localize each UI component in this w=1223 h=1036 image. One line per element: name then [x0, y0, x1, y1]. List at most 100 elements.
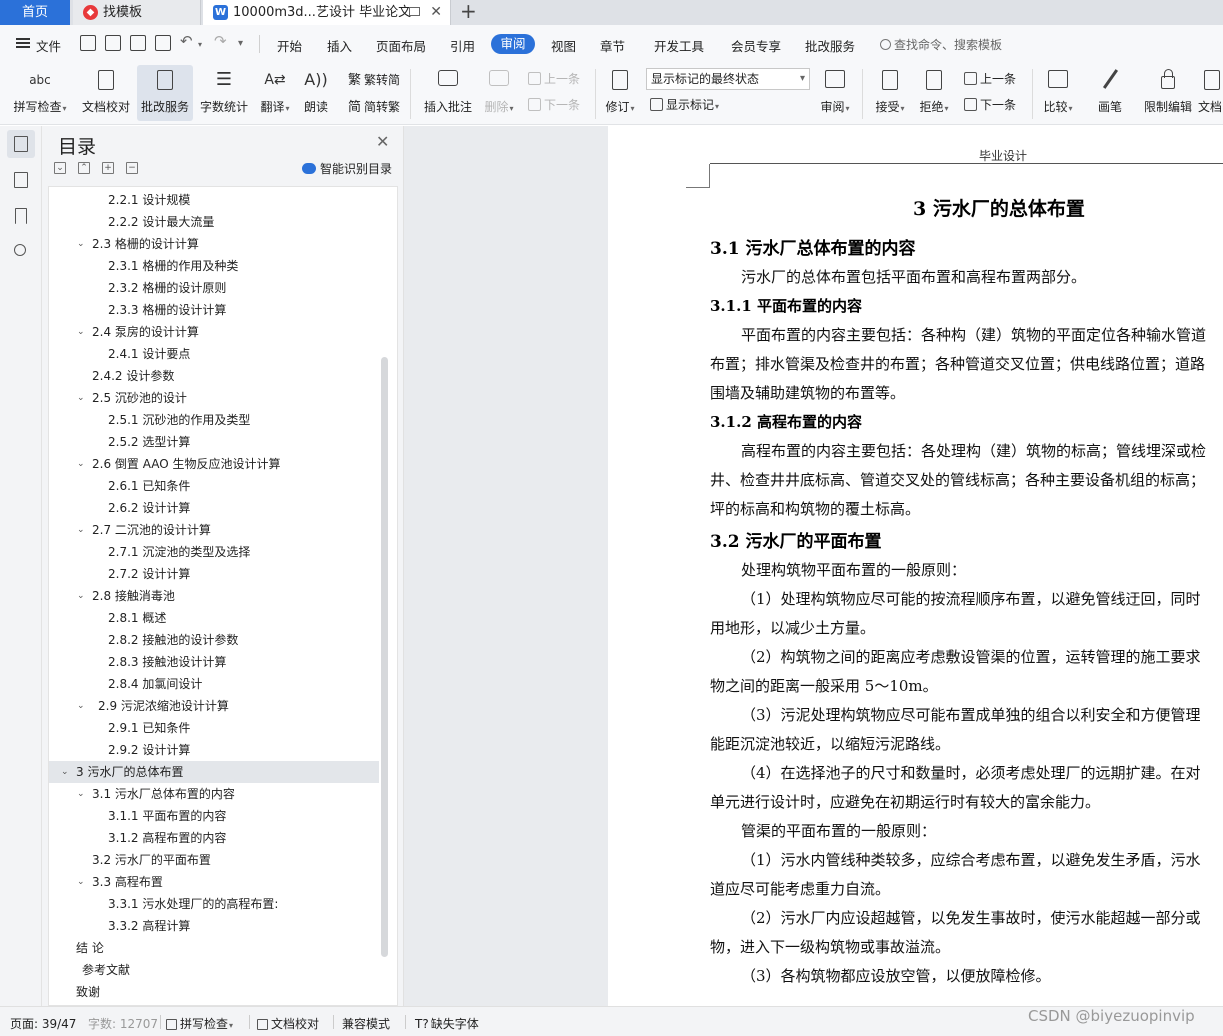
toc-item[interactable]: 2.7.1 沉淀池的类型及选择 [49, 541, 379, 563]
toc-item[interactable]: 2.4.2 设计参数 [49, 365, 379, 387]
toc-item[interactable]: 2.7.2 设计计算 [49, 563, 379, 585]
document-page[interactable]: 毕业设计 3 污水厂的总体布置 3.1 污水厂总体布置的内容 污水厂的总体布置包括… [608, 126, 1223, 1006]
add-tab-icon[interactable]: + [460, 0, 477, 22]
ink-button[interactable]: 画笔 [1090, 65, 1130, 121]
menu-chapter[interactable]: 章节 [600, 36, 625, 55]
toc-item[interactable]: ⌄ 2.9 污泥浓缩池设计计算 [49, 695, 379, 717]
rail-search-button[interactable] [7, 238, 35, 266]
toc-item[interactable]: 2.6.2 设计计算 [49, 497, 379, 519]
undo-dropdown-icon[interactable]: ▾ [198, 40, 202, 49]
track-changes-button[interactable]: 修订▾ [600, 65, 640, 121]
expand-all-icon[interactable]: ⌃ [78, 162, 90, 174]
show-markup-button[interactable]: 显示标记▾ [650, 96, 719, 113]
menu-insert[interactable]: 插入 [327, 36, 352, 55]
toc-item[interactable]: 致谢 [49, 981, 379, 1003]
correction-service-button[interactable]: 批改服务 [137, 65, 193, 121]
menu-correction-service[interactable]: 批改服务 [805, 36, 855, 55]
chevron-down-icon[interactable]: ⌄ [77, 519, 87, 541]
toc-item[interactable]: ⌄ 2.5 沉砂池的设计 [49, 387, 379, 409]
toc-item[interactable]: ⌄ 2.4 泵房的设计计算 [49, 321, 379, 343]
next-comment-button[interactable]: 下一条 [528, 96, 580, 113]
chevron-down-icon[interactable]: ⌄ [77, 871, 87, 893]
read-aloud-button[interactable]: A)) 朗读 [298, 65, 334, 121]
add-heading-icon[interactable]: + [102, 162, 114, 174]
rail-nav-button[interactable] [7, 166, 35, 194]
chevron-down-icon[interactable]: ⌄ [61, 761, 71, 783]
toc-item[interactable]: 参考文献 [49, 959, 379, 981]
toc-item[interactable]: ⌄ 2.7 二沉池的设计计算 [49, 519, 379, 541]
rail-bookmark-button[interactable] [7, 202, 35, 230]
translate-button[interactable]: A⇄ 翻译▾ [255, 65, 295, 121]
toc-item[interactable]: 2.3.3 格栅的设计计算 [49, 299, 379, 321]
menu-start[interactable]: 开始 [277, 36, 302, 55]
simp-to-trad-button[interactable]: 简简转繁 [348, 96, 400, 115]
smart-toc-button[interactable]: 智能识别目录 [302, 160, 392, 177]
toc-item[interactable]: 3.3.2 高程计算 [49, 915, 379, 937]
toc-item[interactable]: 2.9.2 设计计算 [49, 739, 379, 761]
menu-file[interactable]: 文件 [36, 36, 61, 55]
status-doc-proof[interactable]: 文档校对 [257, 1015, 319, 1032]
remove-heading-icon[interactable]: − [126, 162, 138, 174]
toc-item[interactable]: ⌄ 3.3 高程布置 [49, 871, 379, 893]
toc-item[interactable]: ⌄ 2.6 倒置 AAO 生物反应池设计计算 [49, 453, 379, 475]
menu-review[interactable]: 审阅 [491, 34, 535, 54]
menu-page-layout[interactable]: 页面布局 [376, 36, 426, 55]
toc-item[interactable]: 2.8.2 接触池的设计参数 [49, 629, 379, 651]
tab-find-template[interactable]: ◆ 找模板 [73, 0, 201, 25]
compat-mode[interactable]: 兼容模式 [342, 1015, 390, 1032]
tab-home[interactable]: 首页 [0, 0, 70, 25]
menu-member[interactable]: 会员专享 [731, 36, 781, 55]
toc-item[interactable]: 2.2.2 设计最大流量 [49, 211, 379, 233]
status-spell-check[interactable]: 拼写检查▾ [166, 1015, 233, 1032]
accept-button[interactable]: 接受▾ [870, 65, 910, 121]
chevron-down-icon[interactable]: ⌄ [77, 233, 87, 255]
spell-check-button[interactable]: abc 拼写检查▾ [8, 65, 72, 121]
page-indicator[interactable]: 页面: 39/47 [10, 1015, 76, 1032]
close-icon[interactable]: ✕ [376, 132, 389, 151]
word-count-indicator[interactable]: 字数: 12707 [88, 1015, 158, 1032]
restrict-edit-button[interactable]: 限制编辑 [1140, 65, 1196, 121]
toc-item[interactable]: 2.3.2 格栅的设计原则 [49, 277, 379, 299]
toc-item[interactable]: 2.2.1 设计规模 [49, 189, 379, 211]
collapse-all-icon[interactable]: ⌄ [54, 162, 66, 174]
toc-item[interactable]: 2.9.1 已知条件 [49, 717, 379, 739]
prev-change-button[interactable]: 上一条 [964, 70, 1016, 87]
print-icon[interactable] [130, 35, 146, 51]
toc-scrollbar[interactable] [381, 357, 388, 957]
save-icon[interactable] [80, 35, 96, 51]
toc-item[interactable]: 2.8.3 接触池设计计算 [49, 651, 379, 673]
menu-hamburger-icon[interactable] [16, 38, 30, 48]
toc-item[interactable]: 2.5.2 选型计算 [49, 431, 379, 453]
toc-item[interactable]: 结 论 [49, 937, 379, 959]
tab-document[interactable]: W 10000m3d...艺设计 毕业论文 ✕ [203, 0, 451, 25]
delete-comment-button[interactable]: 删除▾ [479, 65, 519, 121]
toc-item[interactable]: 2.8.4 加氯间设计 [49, 673, 379, 695]
toc-item[interactable]: ⌄ 2.3 格栅的设计计算 [49, 233, 379, 255]
markup-state-dropdown[interactable]: 显示标记的最终状态 [646, 68, 810, 90]
export-pdf-icon[interactable] [105, 35, 121, 51]
chevron-down-icon[interactable]: ⌄ [77, 453, 87, 475]
toc-item[interactable]: 2.8.1 概述 [49, 607, 379, 629]
chevron-down-icon[interactable]: ⌄ [77, 695, 87, 717]
review-pane-button[interactable]: 审阅▾ [815, 65, 855, 121]
close-tab-icon[interactable]: ✕ [430, 0, 442, 25]
toc-item[interactable]: 3.1.2 高程布置的内容 [49, 827, 379, 849]
undo-icon[interactable]: ↶ [180, 32, 193, 50]
toc-item[interactable]: 2.3.1 格栅的作用及种类 [49, 255, 379, 277]
chevron-down-icon[interactable]: ⌄ [77, 387, 87, 409]
toc-item[interactable]: 2.6.1 已知条件 [49, 475, 379, 497]
menu-view[interactable]: 视图 [551, 36, 576, 55]
chevron-down-icon[interactable]: ⌄ [77, 783, 87, 805]
doc-proof-button[interactable]: 文档校对 [78, 65, 134, 121]
quick-access-dropdown-icon[interactable]: ▾ [238, 38, 243, 49]
word-count-button[interactable]: ☰ 字数统计 [196, 65, 252, 121]
toc-item[interactable]: 2.4.1 设计要点 [49, 343, 379, 365]
toc-item[interactable]: 3.2 污水厂的平面布置 [49, 849, 379, 871]
chevron-down-icon[interactable]: ⌄ [77, 585, 87, 607]
toc-item[interactable]: 2.5.1 沉砂池的作用及类型 [49, 409, 379, 431]
toc-item[interactable]: ⌄ 3 污水厂的总体布置 [49, 761, 379, 783]
menu-dev-tools[interactable]: 开发工具 [654, 36, 704, 55]
menu-reference[interactable]: 引用 [450, 36, 475, 55]
monitor-icon[interactable] [409, 7, 420, 16]
trad-to-simp-button[interactable]: 繁繁转简 [348, 69, 400, 88]
